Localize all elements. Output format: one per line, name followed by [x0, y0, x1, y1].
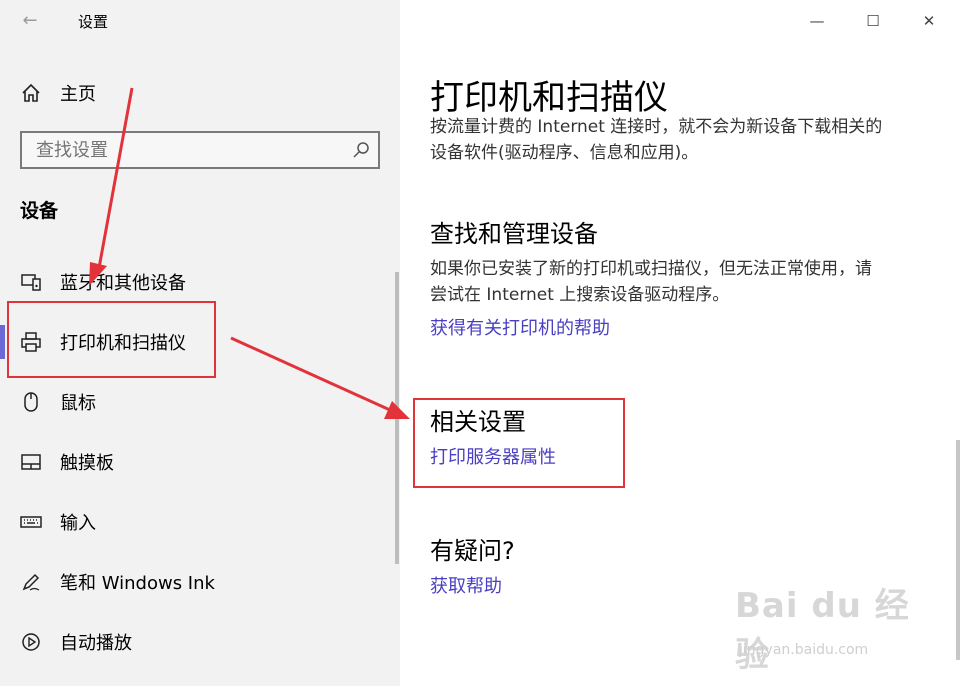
sidebar-item-autoplay[interactable]: 自动播放 [0, 619, 400, 665]
sidebar-item-mouse[interactable]: 鼠标 [0, 379, 400, 425]
search-box[interactable] [20, 131, 380, 169]
annotation-box-printers [7, 301, 216, 378]
sidebar-scrollbar[interactable] [395, 272, 399, 564]
sidebar-item-label: 自动播放 [60, 633, 132, 654]
baidu-watermark: Bai du 经验 jingyan.baidu.com [735, 578, 925, 675]
find-manage-heading: 查找和管理设备 [430, 220, 598, 248]
baidu-logo: Bai du 经验 [735, 586, 910, 675]
sidebar-item-home[interactable]: 主页 [20, 78, 96, 108]
find-manage-text: 如果你已安装了新的打印机或扫描仪，但无法正常使用，请 尝试在 Internet … [430, 256, 930, 308]
sidebar-item-label: 输入 [60, 513, 96, 534]
pen-icon [20, 571, 42, 593]
get-help-link[interactable]: 获取帮助 [430, 572, 502, 598]
baidu-url: jingyan.baidu.com [739, 642, 869, 658]
metered-text-line: 设备软件(驱动程序、信息和应用)。 [430, 143, 699, 163]
metered-text-line: 按流量计费的 Internet 连接时，就不会为新设备下载相关的 [430, 117, 883, 137]
search-icon[interactable] [352, 141, 370, 159]
sidebar-item-label: 鼠标 [60, 393, 96, 414]
sidebar-item-typing[interactable]: 输入 [0, 499, 400, 545]
section-title: 设备 [20, 200, 59, 222]
sidebar-item-pen[interactable]: 笔和 Windows Ink [0, 559, 400, 605]
bluetooth-devices-icon [20, 271, 42, 293]
app-title: 设置 [78, 13, 109, 31]
metered-text: 按流量计费的 Internet 连接时，就不会为新设备下载相关的 设备软件(驱动… [430, 114, 930, 166]
maximize-icon[interactable]: ☐ [858, 10, 888, 32]
annotation-box-related-settings [413, 398, 625, 488]
content-scrollbar[interactable] [956, 440, 960, 660]
back-arrow-icon[interactable]: ← [19, 10, 41, 32]
find-manage-line: 如果你已安装了新的打印机或扫描仪，但无法正常使用，请 [430, 259, 872, 279]
sidebar-item-bluetooth[interactable]: 蓝牙和其他设备 [0, 259, 400, 305]
find-manage-line: 尝试在 Internet 上搜索设备驱动程序。 [430, 285, 730, 305]
sidebar-item-label: 笔和 Windows Ink [60, 573, 215, 594]
sidebar-item-label: 触摸板 [60, 453, 114, 474]
sidebar-item-label: 主页 [60, 84, 96, 105]
home-icon [22, 83, 40, 102]
minimize-icon[interactable]: — [802, 10, 832, 32]
question-heading: 有疑问? [430, 537, 515, 565]
sidebar-item-label: 蓝牙和其他设备 [60, 273, 186, 294]
autoplay-icon [20, 631, 42, 653]
touchpad-icon [20, 451, 42, 473]
page-title: 打印机和扫描仪 [430, 78, 668, 118]
sidebar-item-touchpad[interactable]: 触摸板 [0, 439, 400, 485]
printer-help-link[interactable]: 获得有关打印机的帮助 [430, 314, 610, 340]
close-icon[interactable]: ✕ [914, 10, 944, 32]
mouse-icon [20, 391, 42, 413]
search-input[interactable] [22, 133, 356, 167]
keyboard-icon [20, 511, 42, 533]
